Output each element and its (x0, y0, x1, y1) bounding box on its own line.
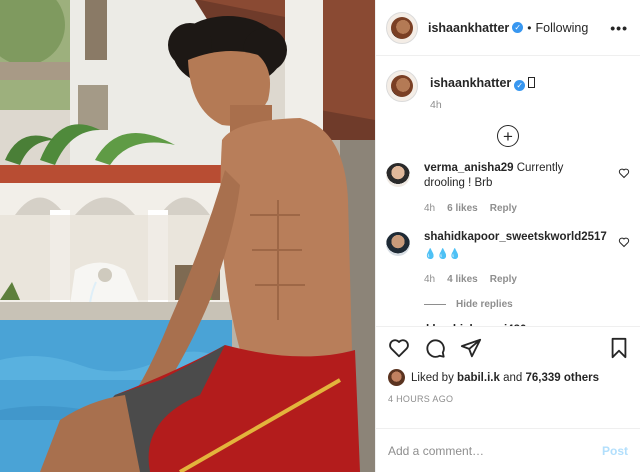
comment-item: shahidkapoor_sweetskworld2517 💧💧💧 4h 4 l… (376, 216, 640, 287)
post-side-panel: ishaankhatter ✓ • Following ••• ishaankh… (375, 0, 640, 472)
save-bookmark-icon[interactable] (608, 337, 630, 359)
header-separator: • (527, 20, 532, 35)
hide-replies-button[interactable]: Hide replies (424, 299, 640, 310)
partial-comment-username[interactable]: khushi_kumari480 (426, 324, 526, 326)
replies-divider (424, 304, 446, 305)
following-button[interactable]: Following (535, 21, 588, 35)
share-paper-plane-icon[interactable] (460, 337, 482, 359)
comment-username[interactable]: verma_anisha29 (424, 162, 514, 174)
verified-badge-icon: ✓ (514, 80, 526, 91)
author-avatar[interactable] (386, 11, 418, 44)
author-username[interactable]: ishaankhatter (428, 21, 509, 35)
post-photo[interactable] (0, 0, 375, 472)
caption-time: 4h (430, 99, 442, 111)
verified-badge-icon: ✓ (512, 22, 524, 33)
load-more-comments-button[interactable]: + (497, 125, 519, 147)
comment-item: verma_anisha29 Currently drooling ! Brb … (376, 147, 640, 216)
commenter-avatar[interactable] (386, 232, 410, 256)
comment-time[interactable]: 4h (424, 272, 435, 287)
post-actions: Liked by babil.i.k and 76,339 others 4 H… (376, 326, 640, 428)
caption-username[interactable]: ishaankhatter (430, 76, 511, 90)
heart-icon[interactable] (618, 167, 630, 179)
liker-avatar[interactable] (388, 369, 405, 386)
likes-summary: Liked by babil.i.k and 76,339 others (388, 369, 630, 386)
post-timestamp[interactable]: 4 HOURS AGO (388, 394, 630, 404)
likes-prefix: Liked by (411, 371, 454, 384)
comment-likes[interactable]: 4 likes (447, 272, 478, 287)
add-comment-bar: Post (376, 428, 640, 472)
post-header: ishaankhatter ✓ • Following ••• (376, 0, 640, 56)
commenter-avatar[interactable] (386, 163, 410, 187)
action-icons (388, 337, 630, 359)
reply-button[interactable]: Reply (490, 201, 517, 216)
partial-comment: khushi_kumari480 (376, 310, 640, 326)
likes-middle: and (503, 371, 523, 384)
comment-bubble-icon[interactable] (424, 337, 446, 359)
comments-section[interactable]: ishaankhatter ✓ 4h + verma_anisha29 Curre… (376, 56, 640, 326)
comment-input[interactable] (388, 443, 602, 458)
hide-replies-label: Hide replies (456, 299, 513, 310)
comment-text: 💧💧💧 (424, 249, 462, 260)
comment-likes[interactable]: 6 likes (447, 201, 478, 216)
caption-glyph (528, 77, 536, 88)
photo-illustration (0, 0, 375, 472)
heart-icon[interactable] (618, 236, 630, 248)
likes-count[interactable]: 76,339 others (525, 372, 599, 384)
like-heart-icon[interactable] (388, 337, 410, 359)
caption: ishaankhatter ✓ 4h (376, 56, 640, 111)
comment-time[interactable]: 4h (424, 201, 435, 216)
liker-username[interactable]: babil.i.k (457, 372, 500, 384)
reply-button[interactable]: Reply (490, 272, 517, 287)
comment-username[interactable]: shahidkapoor_sweetskworld2517 (424, 231, 607, 243)
post-comment-button[interactable]: Post (602, 444, 628, 458)
caption-avatar[interactable] (386, 70, 418, 102)
post-modal: ishaankhatter ✓ • Following ••• ishaankh… (0, 0, 640, 472)
more-options-icon[interactable]: ••• (610, 20, 628, 36)
